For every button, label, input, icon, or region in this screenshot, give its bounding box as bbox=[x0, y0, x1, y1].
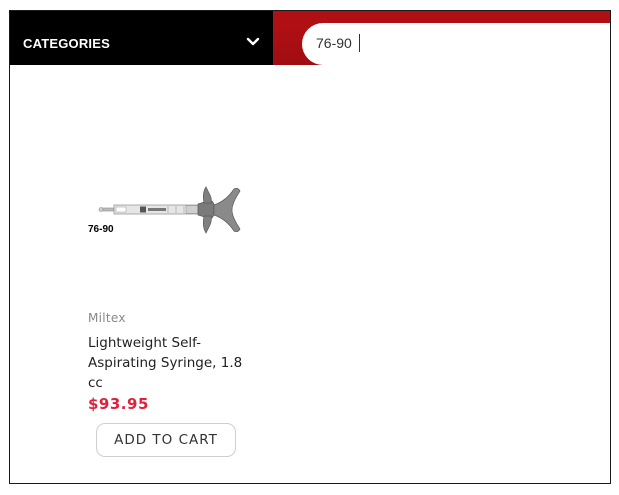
product-brand: Miltex bbox=[88, 311, 126, 325]
top-bar: CATEGORIES bbox=[10, 11, 610, 65]
product-image-sku-label: 76-90 bbox=[88, 224, 114, 235]
product-title-link[interactable]: Lightweight Self-Aspirating Syringe, 1.8… bbox=[88, 333, 258, 393]
categories-dropdown[interactable]: CATEGORIES bbox=[10, 11, 273, 65]
categories-label: CATEGORIES bbox=[23, 36, 110, 51]
search-area bbox=[273, 11, 610, 65]
product-image[interactable] bbox=[98, 175, 248, 245]
search-box[interactable] bbox=[302, 23, 610, 65]
add-to-cart-button[interactable]: ADD TO CART bbox=[96, 423, 236, 457]
text-cursor bbox=[359, 34, 360, 52]
chevron-down-icon bbox=[246, 37, 260, 46]
search-input[interactable] bbox=[316, 32, 596, 54]
product-price: $93.95 bbox=[88, 395, 149, 413]
